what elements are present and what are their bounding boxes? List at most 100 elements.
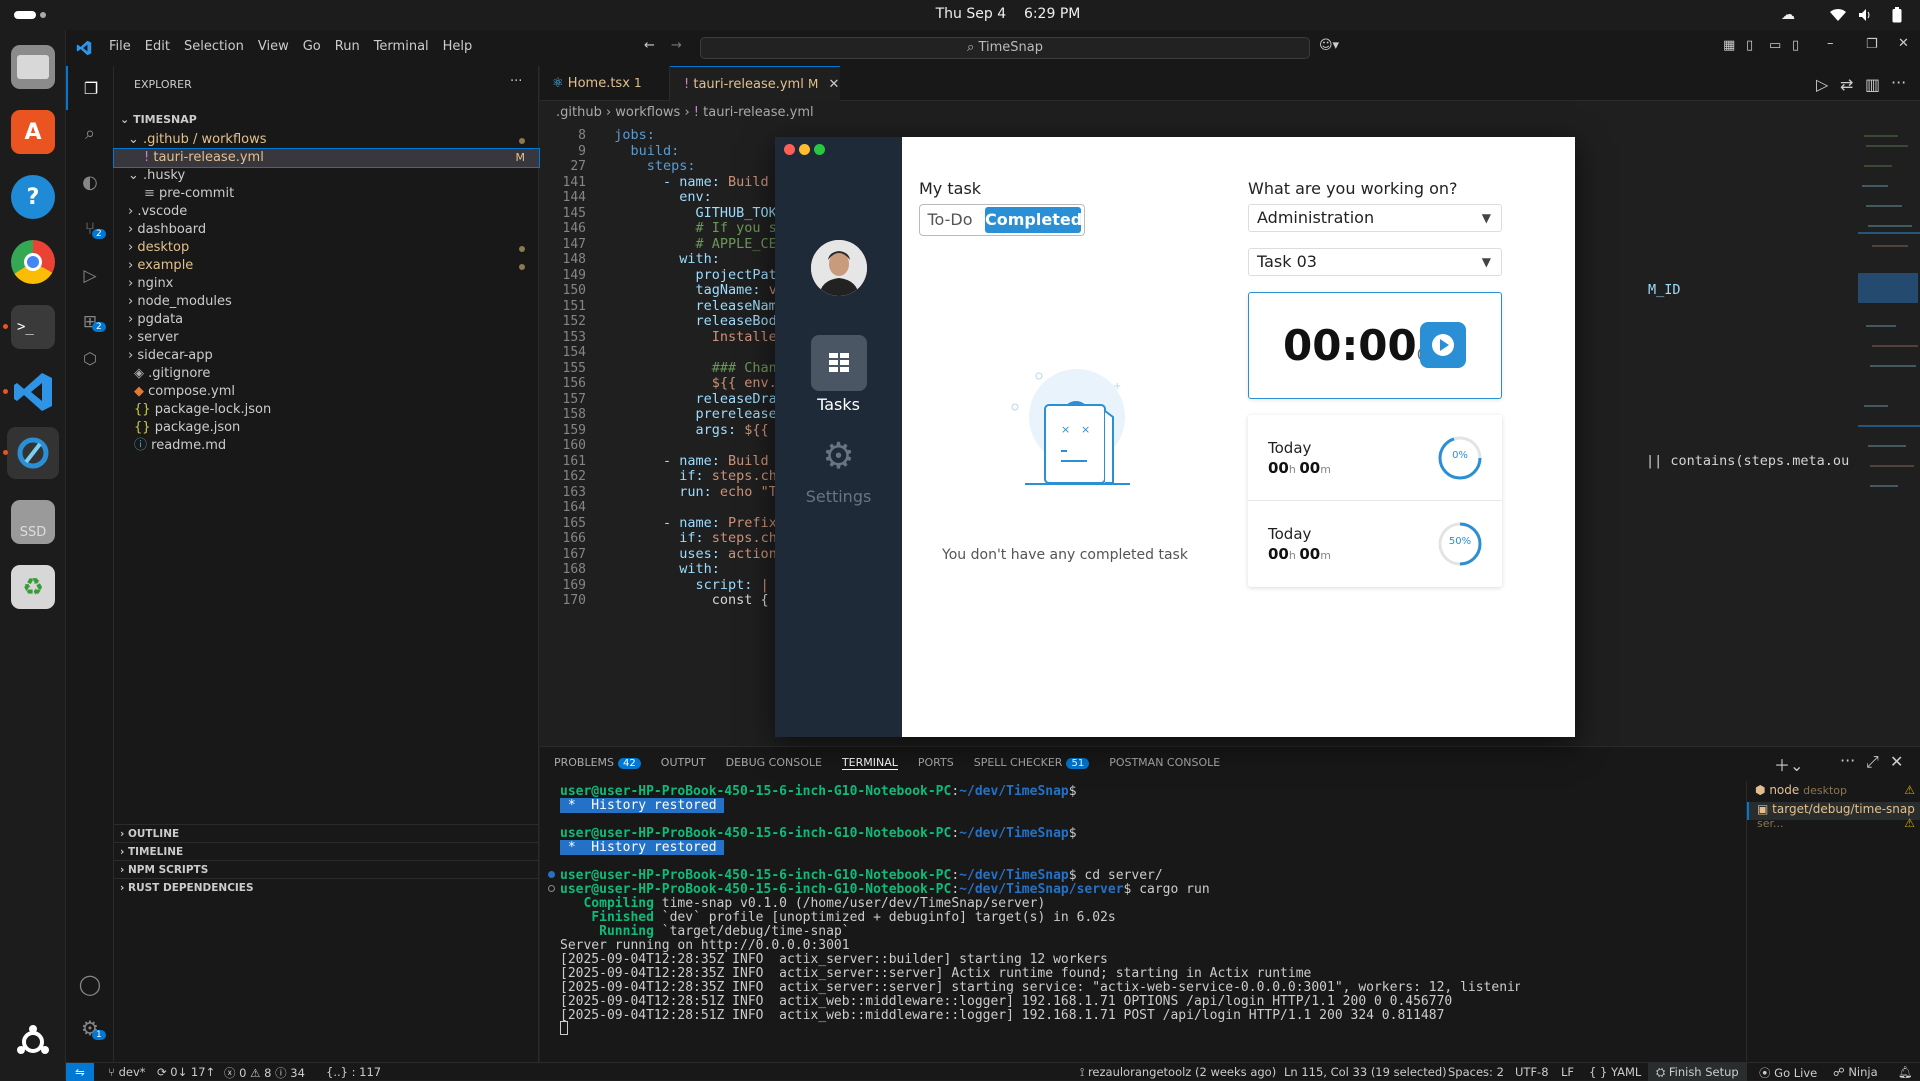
language-mode[interactable]: { } YAML (1589, 1065, 1641, 1079)
ssd-icon[interactable]: SSD (11, 500, 55, 544)
menu-item-go[interactable]: Go (303, 39, 321, 54)
close-dot[interactable] (784, 144, 795, 155)
trash-icon[interactable]: ♻ (11, 565, 55, 609)
panel-tab-debug-console[interactable]: DEBUG CONSOLE (726, 756, 822, 770)
tree-item[interactable]: ◈ .gitignore (114, 365, 539, 383)
breadcrumb-item[interactable]: tauri-release.yml (703, 105, 813, 120)
maximize-icon[interactable]: ❐ (1866, 37, 1878, 52)
go-live[interactable]: ⦿ Go Live (1759, 1065, 1817, 1081)
run-icon[interactable]: ▷ (1816, 75, 1828, 94)
close-panel-icon[interactable]: ✕ (1890, 752, 1903, 771)
volume-icon[interactable] (1858, 8, 1872, 22)
show-apps-icon[interactable] (11, 1020, 55, 1064)
avatar[interactable] (811, 240, 867, 296)
finish-setup[interactable]: ⛭ Finish Setup (1648, 1063, 1747, 1081)
tree-item[interactable]: › nginx (114, 275, 539, 293)
sidebar-section[interactable]: › TIMELINE (114, 842, 539, 860)
tree-item[interactable]: ◆ compose.yml (114, 383, 539, 401)
chrome-icon[interactable] (11, 240, 55, 284)
nav-tasks[interactable]: Tasks (775, 335, 902, 415)
remote-indicator[interactable]: ⇋ (66, 1063, 94, 1081)
panel-tab-output[interactable]: OUTPUT (661, 756, 706, 770)
open-changes-icon[interactable]: ⇄ (1840, 75, 1853, 94)
bracket-status[interactable]: {..} : 117 (326, 1065, 381, 1079)
tree-item[interactable]: › node_modules (114, 293, 539, 311)
filter-todo-tab[interactable]: To-Do (922, 207, 978, 233)
tree-item[interactable]: {} package-lock.json (114, 401, 539, 419)
terminal-icon[interactable]: >_ (11, 305, 55, 349)
sidebar-section[interactable]: › OUTLINE (114, 824, 539, 842)
source-control-icon[interactable]: ⑂ 2 (66, 207, 114, 251)
battery-icon[interactable] (1892, 7, 1902, 23)
panel-tab-spell-checker[interactable]: SPELL CHECKER 51 (974, 756, 1090, 770)
project-select[interactable]: Administration ▼ (1248, 204, 1502, 232)
workspace-root[interactable]: ⌄ TIMESNAP (114, 109, 539, 131)
encoding[interactable]: UTF-8 (1515, 1065, 1549, 1079)
tree-item[interactable]: ! tauri-release.yml M (113, 148, 540, 168)
sidebar-section[interactable]: › NPM SCRIPTS (114, 860, 539, 878)
tree-item[interactable]: › server (114, 329, 539, 347)
activities-button[interactable] (14, 11, 36, 19)
tree-item[interactable]: {} package.json (114, 419, 539, 437)
minimize-dot[interactable] (799, 144, 810, 155)
toggle-secondary-sidebar-icon[interactable]: ▯ (1792, 38, 1799, 53)
search-view-icon[interactable]: ⌕ (66, 111, 114, 155)
menu-item-edit[interactable]: Edit (145, 39, 170, 54)
sync-status[interactable]: ⟳ 0↓ 17↑ (157, 1065, 215, 1079)
play-button[interactable] (1420, 322, 1466, 368)
editor-more-icon[interactable]: ··· (1891, 73, 1906, 92)
help-icon[interactable]: ? (11, 175, 55, 219)
maximize-panel-icon[interactable]: ⤢ (1866, 752, 1879, 772)
maximize-dot[interactable] (814, 144, 825, 155)
timesnap-icon[interactable] (7, 427, 59, 479)
menu-item-run[interactable]: Run (335, 39, 360, 54)
files-icon[interactable] (11, 45, 55, 89)
tree-item[interactable]: ⌄ .husky (114, 167, 539, 185)
menu-item-terminal[interactable]: Terminal (374, 39, 429, 54)
terminal-item-node[interactable]: ⬢ node desktop ⚠ (1755, 783, 1920, 801)
new-terminal-icon[interactable]: ＋⌄ (1774, 752, 1803, 776)
toggle-sidebar-icon[interactable]: ▯ (1746, 38, 1753, 53)
menu-item-selection[interactable]: Selection (184, 39, 244, 54)
menu-item-view[interactable]: View (258, 39, 289, 54)
layout-customize-icon[interactable]: ▦ (1723, 38, 1735, 53)
tree-item[interactable]: › sidecar-app (114, 347, 539, 365)
tree-item[interactable]: › dashboard (114, 221, 539, 239)
app-center-icon[interactable]: A (11, 110, 55, 154)
panel-more-icon[interactable]: ··· (1840, 751, 1855, 770)
panel-tab-problems[interactable]: PROBLEMS 42 (554, 756, 641, 770)
tree-item[interactable]: › desktop (114, 239, 539, 257)
indentation[interactable]: Spaces: 2 (1448, 1065, 1504, 1079)
tree-item[interactable]: › .vscode (114, 203, 539, 221)
git-blame[interactable]: ⟟ rezaulorangetoolz (2 weeks ago) (1080, 1065, 1276, 1080)
notifications-icon[interactable]: 🔔︎ (1898, 1065, 1913, 1079)
panel-tab-terminal[interactable]: TERMINAL (841, 756, 898, 770)
run-debug-icon[interactable]: ▷ (66, 254, 114, 298)
menu-item-help[interactable]: Help (443, 39, 473, 54)
gitlens-icon[interactable]: ◐ (66, 160, 114, 204)
copilot-icon[interactable]: ☺▾ (1319, 38, 1339, 53)
terminal-output[interactable]: user@user-HP-ProBook-450-15-6-inch-G10-N… (540, 783, 1520, 1053)
tree-item[interactable]: › example (114, 257, 539, 275)
minimize-icon[interactable]: – (1827, 36, 1834, 51)
cursor-position[interactable]: Ln 115, Col 33 (19 selected) (1284, 1065, 1447, 1079)
clock[interactable]: Thu Sep 4 6:29 PM (928, 6, 1088, 22)
tree-item[interactable]: ⌄ .github / workflows (114, 131, 539, 149)
command-decoration-dot[interactable] (548, 885, 555, 892)
close-window-icon[interactable]: ✕ (1898, 36, 1909, 51)
filter-completed-tab[interactable]: Completed (985, 207, 1082, 233)
problems-status[interactable]: ⓧ 0 ⚠ 8 ⓘ 34 (224, 1065, 305, 1081)
panel-tab-postman-console[interactable]: POSTMAN CONSOLE (1109, 756, 1220, 770)
command-decoration-dot[interactable] (548, 871, 555, 878)
toggle-panel-icon[interactable]: ▭ (1769, 38, 1781, 53)
wifi-icon[interactable] (1830, 8, 1846, 22)
tab-home-tsx[interactable]: ⚛ Home.tsx 1 (540, 66, 670, 101)
forward-arrow-icon[interactable]: → (671, 38, 682, 53)
sidebar-section[interactable]: › RUST DEPENDENCIES (114, 878, 539, 896)
back-arrow-icon[interactable]: ← (644, 38, 655, 53)
tab-close-icon[interactable]: ✕ (828, 77, 839, 92)
branch-status[interactable]: ⑂ dev* (108, 1065, 146, 1079)
breadcrumb-item[interactable]: workflows (615, 105, 680, 120)
task-select[interactable]: Task 03 ▼ (1248, 248, 1502, 276)
end-of-line[interactable]: LF (1561, 1065, 1574, 1079)
